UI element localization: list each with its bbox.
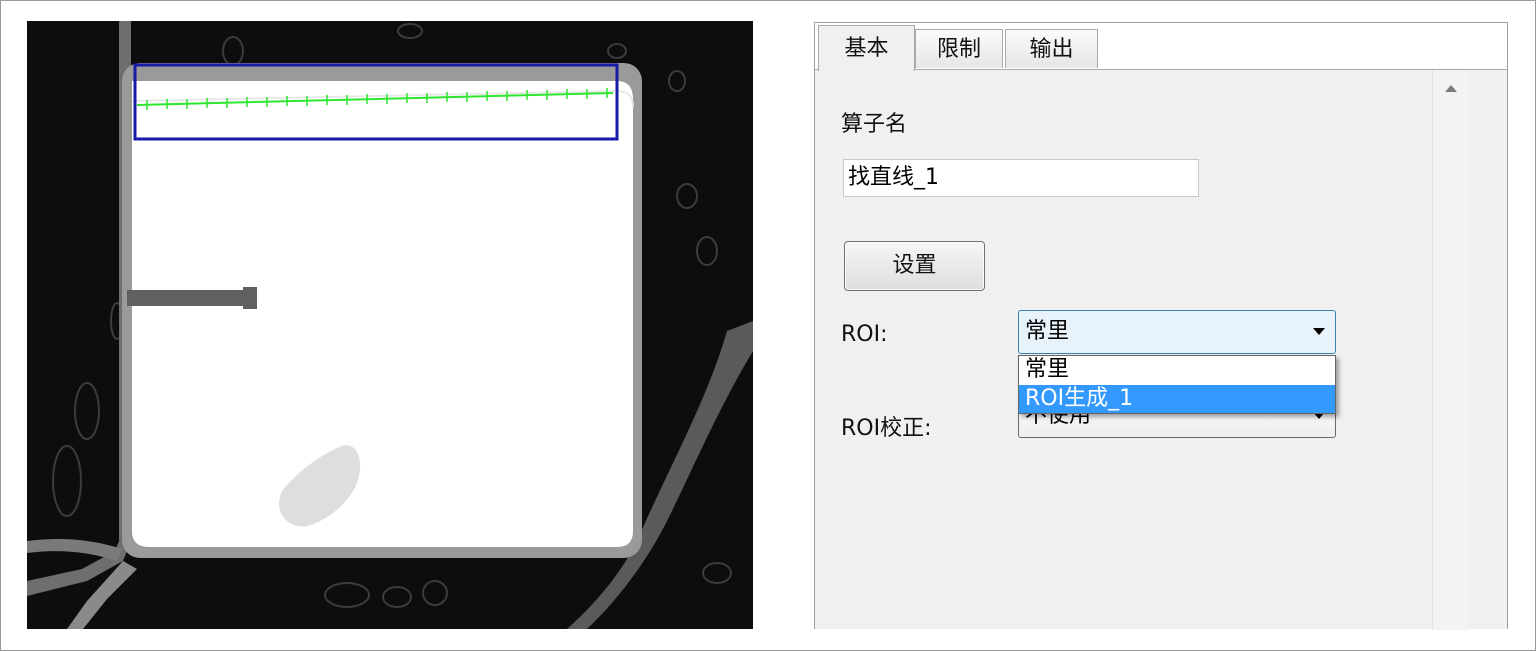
- tab-strip: 基本 限制 输出: [815, 23, 1507, 71]
- inspection-image: [27, 21, 753, 629]
- triangle-down-icon: [1313, 328, 1325, 335]
- scroll-up-button[interactable]: [1433, 70, 1469, 106]
- tab-output[interactable]: 输出: [1005, 29, 1098, 68]
- operator-name-input[interactable]: 找直线_1: [843, 159, 1199, 197]
- triangle-up-icon: [1445, 85, 1457, 92]
- image-viewer[interactable]: [27, 21, 753, 629]
- roi-select-value: 常里: [1025, 319, 1070, 344]
- tab-content-basic: 算子名 找直线_1 设置 ROI: 常里 ROI校正: 不使用 常里 ROI生成…: [815, 69, 1507, 630]
- roi-correction-label: ROI校正:: [841, 416, 932, 441]
- settings-button[interactable]: 设置: [844, 241, 985, 291]
- roi-option[interactable]: ROI生成_1: [1019, 385, 1335, 413]
- vertical-scrollbar[interactable]: [1432, 70, 1469, 630]
- operator-name-label: 算子名: [841, 112, 908, 137]
- tab-limits[interactable]: 限制: [915, 29, 1003, 68]
- property-panel: 基本 限制 输出 算子名 找直线_1 设置 ROI: 常里 ROI校正: 不使用…: [814, 22, 1508, 630]
- roi-dropdown-list: 常里 ROI生成_1: [1018, 355, 1336, 414]
- roi-label: ROI:: [841, 322, 888, 347]
- roi-select[interactable]: 常里: [1018, 310, 1336, 354]
- tab-basic[interactable]: 基本: [818, 25, 915, 71]
- roi-option[interactable]: 常里: [1019, 356, 1335, 384]
